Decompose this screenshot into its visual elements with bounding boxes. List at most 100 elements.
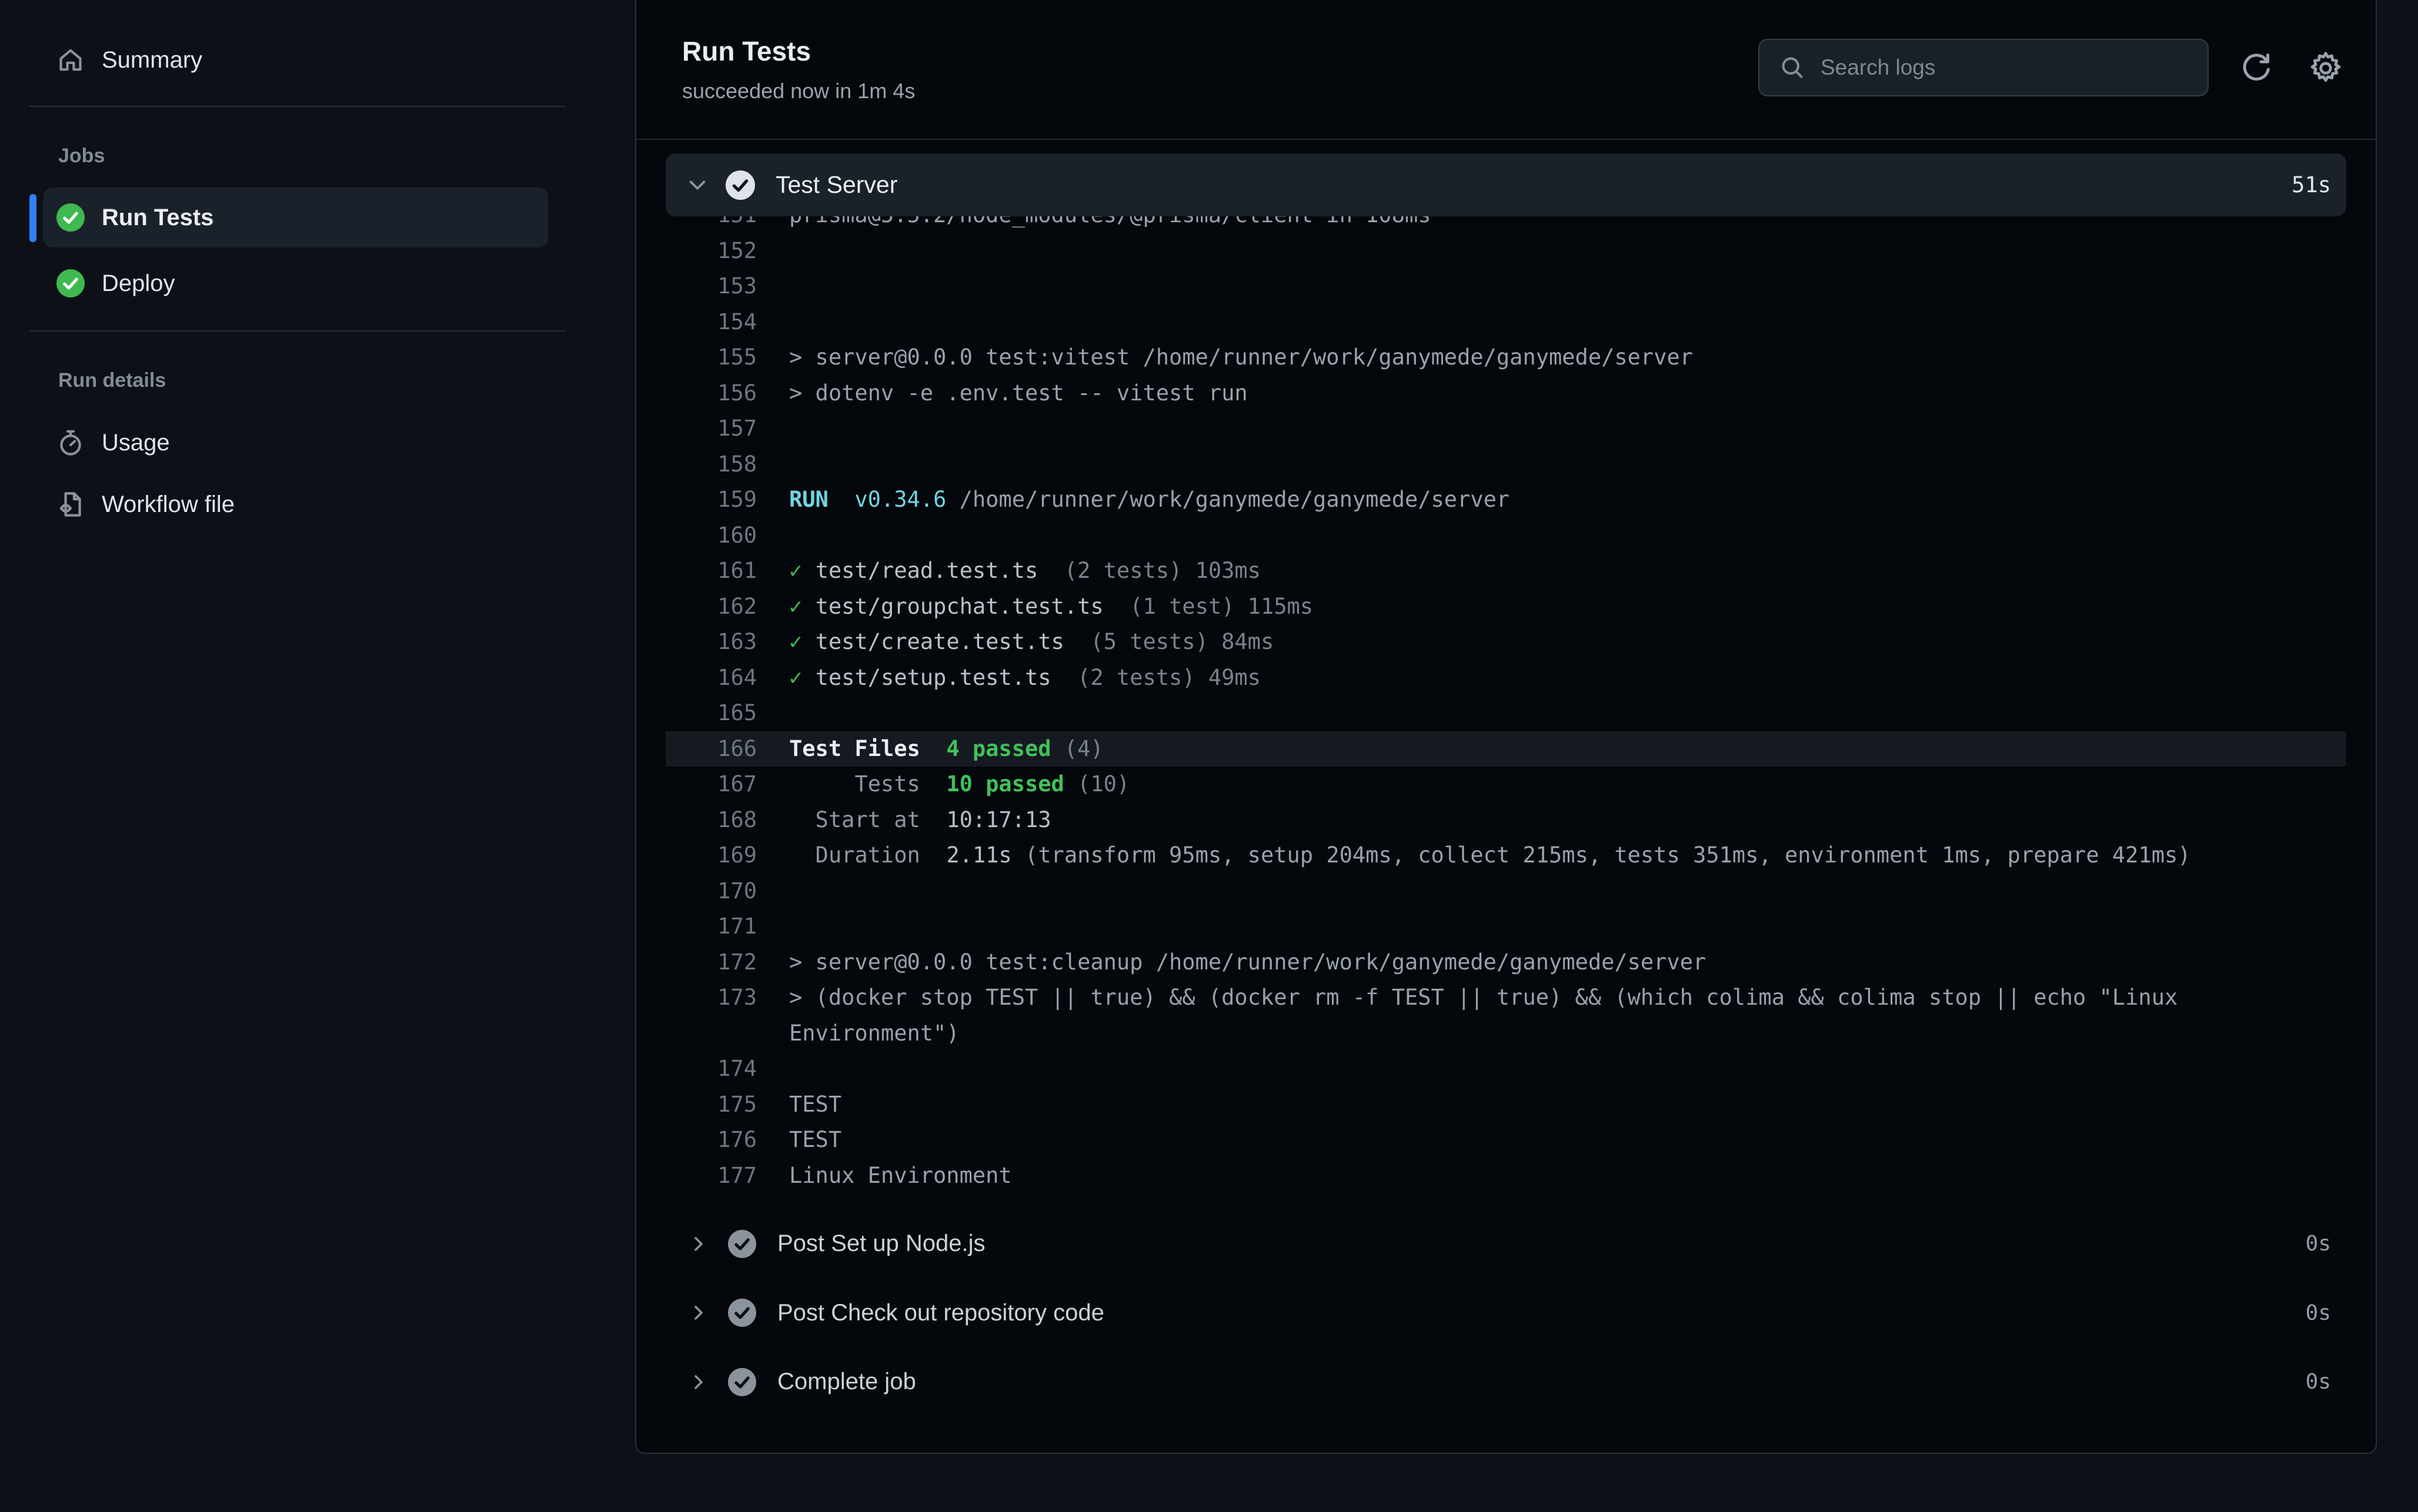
step-label: Complete job — [777, 1369, 916, 1395]
line-number[interactable]: 163 — [666, 624, 757, 660]
log-group-title: Test Server — [776, 171, 897, 199]
log-step-row[interactable]: Post Set up Node.js 0s — [666, 1209, 2346, 1279]
log-row: 163 ✓ test/create.test.ts (5 tests) 84ms — [666, 624, 2346, 660]
log-row: 162✓ test/groupchat.test.ts (1 test) 115… — [666, 589, 2346, 625]
log-text: ✓ test/setup.test.ts (2 tests) 49ms — [789, 665, 1261, 690]
page-title: Run Tests — [682, 35, 811, 67]
log-row: 159 RUN v0.34.6 /home/runner/work/ganymed… — [666, 482, 2346, 518]
log-row: 171 — [666, 909, 2346, 945]
success-check-icon — [728, 1368, 756, 1396]
log-text: TEST — [789, 1127, 841, 1152]
log-row: 175TEST — [666, 1087, 2346, 1123]
line-number[interactable]: 166 — [666, 731, 757, 767]
line-number[interactable]: 154 — [666, 305, 757, 340]
chevron-right-icon — [689, 1373, 708, 1391]
line-number[interactable]: 173 — [666, 980, 757, 1016]
line-number[interactable]: 169 — [666, 838, 757, 874]
log-text: Environment") — [789, 1021, 960, 1046]
search-icon — [1779, 55, 1805, 81]
line-number[interactable]: 152 — [666, 233, 757, 269]
run-details-section-header: Run details — [58, 369, 166, 392]
line-number[interactable]: 156 — [666, 376, 757, 412]
log-row: 169 Duration 2.11s (transform 95ms, setu… — [666, 838, 2346, 874]
chevron-right-icon — [689, 1303, 708, 1322]
line-number[interactable]: 162 — [666, 589, 757, 625]
log-row: 166 Test Files 4 passed (4) — [666, 731, 2346, 767]
job-detail-panel: Run Tests succeeded now in 1m 4s — [635, 0, 2377, 1454]
log-row: 173 > (docker stop TEST || true) && (dock… — [666, 980, 2346, 1016]
log-row: 174 — [666, 1051, 2346, 1087]
sidebar-item-summary[interactable]: Summary — [43, 30, 548, 90]
jobs-section-header: Jobs — [58, 145, 105, 168]
step-duration: 0s — [2306, 1370, 2331, 1394]
sidebar-item-label: Deploy — [102, 270, 175, 297]
chevron-right-icon — [689, 1235, 708, 1253]
sidebar-divider — [29, 330, 566, 332]
job-header: Run Tests succeeded now in 1m 4s — [636, 0, 2376, 140]
step-duration: 0s — [2306, 1301, 2331, 1325]
line-number[interactable]: 170 — [666, 874, 757, 909]
log-text: > dotenv -e .env.test -- vitest run — [789, 380, 1248, 406]
sidebar-divider — [29, 106, 566, 107]
log-text: Duration 2.11s (transform 95ms, setup 20… — [789, 842, 2191, 868]
log-row: 156 > dotenv -e .env.test -- vitest run — [666, 376, 2346, 412]
success-check-icon — [726, 170, 755, 200]
log-text: RUN v0.34.6 /home/runner/work/ganymede/g… — [789, 487, 1509, 512]
log-step-row[interactable]: Complete job 0s — [666, 1347, 2346, 1417]
log-text: Tests 10 passed (10) — [789, 771, 1130, 797]
log-row: 172> server@0.0.0 test:cleanup /home/run… — [666, 945, 2346, 981]
line-number[interactable]: 153 — [666, 269, 757, 305]
log-row: 154 — [666, 305, 2346, 340]
line-number[interactable]: 160 — [666, 518, 757, 554]
log-row: 165 — [666, 695, 2346, 731]
sidebar-item-label: Summary — [102, 47, 202, 73]
log-row: 177 Linux Environment — [666, 1158, 2346, 1194]
code-file-icon — [56, 490, 85, 519]
job-status-text: succeeded now in 1m 4s — [682, 79, 915, 103]
line-number[interactable]: 168 — [666, 802, 757, 838]
step-label: Post Set up Node.js — [777, 1230, 986, 1257]
line-number[interactable]: 177 — [666, 1158, 757, 1194]
stopwatch-icon — [56, 429, 85, 457]
step-duration: 0s — [2306, 1232, 2331, 1256]
log-row: Environment") — [666, 1016, 2346, 1052]
line-number[interactable]: 174 — [666, 1051, 757, 1087]
log-text: Start at 10:17:13 — [789, 807, 1051, 832]
log-step-row[interactable]: Post Check out repository code 0s — [666, 1279, 2346, 1348]
line-number[interactable]: 172 — [666, 945, 757, 981]
line-number[interactable]: 167 — [666, 767, 757, 802]
log-text: > (docker stop TEST || true) && (docker … — [789, 985, 2177, 1010]
home-icon — [56, 46, 85, 74]
sidebar-item-label: Run Tests — [102, 205, 213, 231]
sidebar-item-workflow-file[interactable]: Workflow file — [43, 474, 548, 534]
line-number[interactable]: 161 — [666, 553, 757, 589]
search-input[interactable] — [1821, 55, 2179, 80]
line-number[interactable]: 155 — [666, 340, 757, 376]
settings-gear-button[interactable] — [2308, 49, 2346, 87]
log-text: Linux Environment — [789, 1163, 1012, 1188]
line-number[interactable]: 164 — [666, 660, 757, 696]
success-check-icon — [728, 1230, 756, 1258]
step-label: Post Check out repository code — [777, 1300, 1104, 1326]
line-number[interactable]: 159 — [666, 482, 757, 518]
line-number[interactable]: 165 — [666, 695, 757, 731]
chevron-down-icon — [687, 175, 708, 196]
sidebar-item-usage[interactable]: Usage — [43, 413, 548, 473]
log-text: Test Files 4 passed (4) — [789, 736, 1104, 761]
success-check-icon — [56, 203, 85, 232]
log-group-header-test-server[interactable]: Test Server 51s — [666, 153, 2346, 216]
line-number[interactable]: 158 — [666, 447, 757, 483]
line-number[interactable]: 175 — [666, 1087, 757, 1123]
log-row: 161 ✓ test/read.test.ts (2 tests) 103ms — [666, 553, 2346, 589]
log-row: 153 — [666, 269, 2346, 305]
line-number[interactable]: 176 — [666, 1122, 757, 1158]
search-logs-box[interactable] — [1758, 39, 2209, 96]
log-row: 158 — [666, 447, 2346, 483]
line-number[interactable]: 171 — [666, 909, 757, 945]
sidebar-item-deploy[interactable]: Deploy — [43, 253, 548, 313]
log-text: ✓ test/create.test.ts (5 tests) 84ms — [789, 629, 1274, 654]
refresh-button[interactable] — [2239, 49, 2277, 87]
line-number[interactable]: 157 — [666, 411, 757, 447]
log-text: ✓ test/read.test.ts (2 tests) 103ms — [789, 558, 1261, 583]
sidebar-item-run-tests[interactable]: Run Tests — [43, 188, 548, 247]
